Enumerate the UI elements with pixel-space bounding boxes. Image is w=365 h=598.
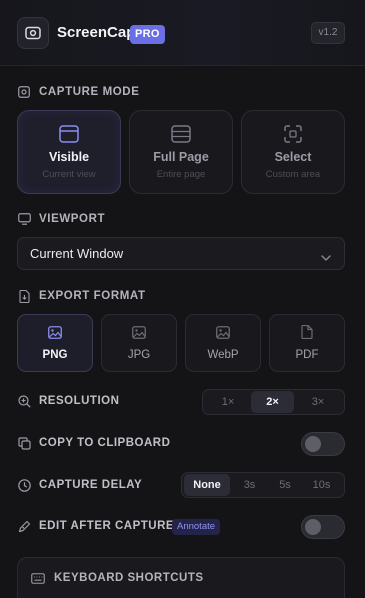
document-icon [301,325,313,339]
format-jpg-card[interactable]: JPG [101,314,177,372]
app-header: ScreenCap PRO v1.2 [0,0,365,66]
delay-segmented-control: None 3s 5s 10s [181,472,345,498]
delay-label: CAPTURE DELAY [39,479,143,491]
capture-mode-label: CAPTURE MODE [39,86,140,98]
mode-select-card[interactable]: Select Custom area [241,110,345,194]
delay-label-row: CAPTURE DELAY [17,478,142,492]
mode-full-page-card[interactable]: Full Page Entire page [129,110,233,194]
app-logo [17,17,49,49]
mode-visible-card[interactable]: Visible Current view [17,110,121,194]
resolution-label-row: RESOLUTION [17,394,119,408]
window-icon [59,124,79,144]
pen-icon [17,519,31,533]
viewport-selected-value: Current Window [30,246,124,261]
toggle-knob [305,519,321,535]
viewport-label: VIEWPORT [39,213,106,225]
mode-subtitle: Entire page [156,169,206,180]
viewport-heading: VIEWPORT [17,211,105,227]
capture-mode-heading: CAPTURE MODE [17,84,139,100]
keyboard-shortcuts-heading: KEYBOARD SHORTCUTS [31,572,204,584]
delay-option-none[interactable]: None [184,474,230,496]
image-icon [48,325,62,339]
edit-toggle[interactable] [301,515,345,539]
version-badge: v1.2 [311,22,345,44]
resolution-option-2x[interactable]: 2× [251,391,294,413]
mode-subtitle: Custom area [265,169,321,180]
zoom-icon [17,394,31,408]
delay-option-5s[interactable]: 5s [269,474,301,496]
edit-label-row: EDIT AFTER CAPTURE [17,519,174,533]
app-title: ScreenCap [57,24,136,41]
keyboard-icon [31,572,45,584]
resolution-segmented-control: 1× 2× 3× [202,389,345,415]
delay-option-3s[interactable]: 3s [230,474,269,496]
format-label: PNG [42,349,68,361]
clock-icon [17,478,31,492]
keyboard-shortcuts-label: KEYBOARD SHORTCUTS [54,572,204,584]
clipboard-label-row: COPY TO CLIPBOARD [17,436,170,450]
clipboard-toggle[interactable] [301,432,345,456]
mode-title: Visible [48,150,90,164]
camera-icon [25,26,41,40]
format-png-card[interactable]: PNG [17,314,93,372]
mode-title: Select [274,150,312,164]
copy-icon [17,436,31,450]
keyboard-shortcuts-panel[interactable]: KEYBOARD SHORTCUTS [17,557,345,598]
crop-icon [283,124,303,144]
format-label: JPG [127,349,151,361]
export-format-label: EXPORT FORMAT [39,290,146,302]
toggle-knob [305,436,321,452]
download-file-icon [17,289,31,303]
format-label: PDF [295,349,319,361]
edit-label: EDIT AFTER CAPTURE [39,520,175,532]
clipboard-label: COPY TO CLIPBOARD [39,437,171,449]
resolution-option-1x[interactable]: 1× [205,391,251,413]
mode-title: Full Page [153,150,209,164]
monitor-icon [17,212,31,226]
pro-badge: PRO [130,25,165,44]
viewport-select[interactable]: Current Window [17,237,345,270]
resolution-label: RESOLUTION [39,395,120,407]
format-webp-card[interactable]: WebP [185,314,261,372]
image-icon [132,325,146,339]
delay-option-10s[interactable]: 10s [301,474,342,496]
image-icon [216,325,230,339]
page-icon [171,124,191,144]
format-label: WebP [207,349,239,361]
resolution-option-3x[interactable]: 3× [294,391,342,413]
chevron-down-icon [321,249,331,264]
export-format-heading: EXPORT FORMAT [17,288,146,304]
annotate-badge: Annotate [172,519,221,535]
mode-subtitle: Current view [42,169,96,180]
format-pdf-card[interactable]: PDF [269,314,345,372]
capture-mode-icon [17,85,31,99]
